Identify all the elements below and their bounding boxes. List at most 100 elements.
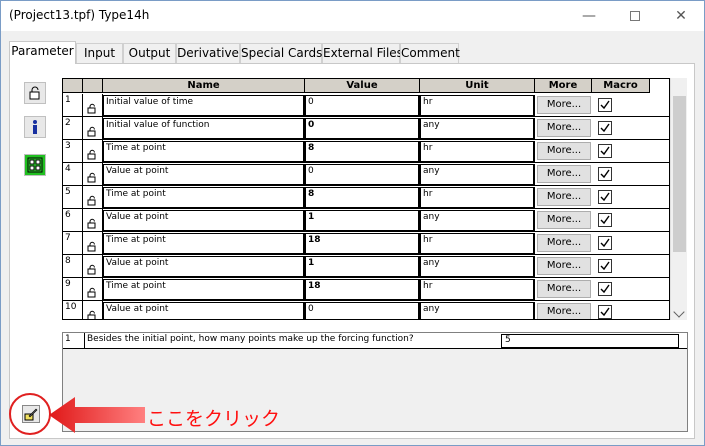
row-unit[interactable]: hr (420, 233, 535, 254)
row-more-button[interactable]: More... (537, 188, 591, 206)
table-row: 3 Time at point 8 hr More... (63, 140, 669, 163)
close-icon: ✕ (675, 8, 687, 24)
unlock-button[interactable] (24, 82, 46, 104)
row-value-input[interactable]: 1 (305, 256, 420, 277)
row-num: 6 (63, 209, 83, 231)
row-more-button[interactable]: More... (537, 257, 591, 275)
close-button[interactable]: ✕ (658, 1, 704, 31)
row-name: Time at point (103, 187, 305, 208)
row-value-input[interactable]: 18 (305, 279, 420, 300)
row-unit[interactable]: any (420, 302, 535, 319)
row-macro-checkbox[interactable] (598, 259, 612, 273)
row-value-input[interactable]: 0 (305, 164, 420, 185)
row-more-button[interactable]: More... (537, 119, 591, 137)
row-num: 2 (63, 117, 83, 139)
minimize-button[interactable]: — (566, 1, 612, 31)
row-unit[interactable]: any (420, 164, 535, 185)
grid-button[interactable] (24, 154, 46, 176)
table-row: 4 Value at point 0 any More... (63, 163, 669, 186)
row-name: Value at point (103, 210, 305, 231)
tab-special-cards[interactable]: Special Cards (240, 43, 322, 63)
lock-icon (87, 241, 96, 252)
unlock-icon (29, 86, 40, 100)
question-row: 1 Besides the initial point, how many po… (63, 333, 687, 349)
row-unit[interactable]: hr (420, 279, 535, 300)
row-more-button[interactable]: More... (537, 280, 591, 298)
question-value-input[interactable]: 5 (501, 334, 679, 348)
row-more-button[interactable]: More... (537, 142, 591, 160)
row-more-button[interactable]: More... (537, 96, 591, 114)
row-unit[interactable]: hr (420, 95, 535, 116)
row-lock-button[interactable] (83, 186, 103, 208)
check-icon (600, 284, 610, 294)
tab-output[interactable]: Output (123, 43, 176, 63)
row-lock-button[interactable] (83, 94, 103, 116)
row-num: 7 (63, 232, 83, 254)
check-icon (600, 123, 610, 133)
lock-icon (87, 126, 96, 137)
window-title: (Project13.tpf) Type14h (9, 8, 150, 22)
row-lock-button[interactable] (83, 163, 103, 185)
row-macro-checkbox[interactable] (598, 236, 612, 250)
row-value-input[interactable]: 18 (305, 233, 420, 254)
row-unit[interactable]: hr (420, 141, 535, 162)
table-row: 6 Value at point 1 any More... (63, 209, 669, 232)
row-macro-checkbox[interactable] (598, 98, 612, 112)
callout-arrow-icon (49, 397, 145, 433)
row-macro-checkbox[interactable] (598, 144, 612, 158)
row-value-input[interactable]: 0 (305, 118, 420, 139)
row-value-input[interactable]: 8 (305, 187, 420, 208)
tab-derivative[interactable]: Derivative (176, 43, 240, 63)
row-lock-button[interactable] (83, 209, 103, 231)
row-macro-checkbox[interactable] (598, 167, 612, 181)
callout-label: ここをクリック (147, 408, 281, 430)
row-more-button[interactable]: More... (537, 234, 591, 252)
row-macro-checkbox[interactable] (598, 282, 612, 296)
row-macro-checkbox[interactable] (598, 121, 612, 135)
row-macro-checkbox[interactable] (598, 190, 612, 204)
grid-scrollbar[interactable] (670, 78, 687, 320)
parameter-grid: Name Value Unit More Macro 1 Initial valu… (62, 78, 670, 320)
parameter-panel: Name Value Unit More Macro 1 Initial valu… (9, 63, 695, 439)
scrollbar-thumb[interactable] (673, 96, 686, 252)
header-unit: Unit (420, 79, 535, 93)
row-unit[interactable]: any (420, 210, 535, 231)
row-num: 10 (63, 301, 83, 319)
maximize-button[interactable] (612, 1, 658, 31)
check-icon (600, 192, 610, 202)
row-value-input[interactable]: 0 (305, 302, 420, 319)
row-lock-button[interactable] (83, 140, 103, 162)
row-lock-button[interactable] (83, 232, 103, 254)
check-icon (600, 146, 610, 156)
lock-icon (87, 264, 96, 275)
row-macro-checkbox[interactable] (598, 213, 612, 227)
minimize-icon: — (582, 8, 596, 24)
tab-input[interactable]: Input (76, 43, 123, 63)
scroll-down-icon[interactable] (673, 306, 685, 318)
row-more-button[interactable]: More... (537, 211, 591, 229)
row-unit[interactable]: any (420, 118, 535, 139)
row-more-button[interactable]: More... (537, 165, 591, 183)
main-window: (Project13.tpf) Type14h — ✕ Parameter In… (0, 0, 705, 446)
row-value-input[interactable]: 0 (305, 95, 420, 116)
row-lock-button[interactable] (83, 255, 103, 277)
check-icon (600, 100, 610, 110)
row-value-input[interactable]: 8 (305, 141, 420, 162)
tab-comment[interactable]: Comment (400, 43, 460, 63)
row-more-button[interactable]: More... (537, 303, 591, 319)
row-unit[interactable]: hr (420, 187, 535, 208)
tab-external-files[interactable]: External Files (322, 43, 403, 63)
row-macro-checkbox[interactable] (598, 305, 612, 319)
check-icon (600, 238, 610, 248)
title-bar: (Project13.tpf) Type14h — ✕ (1, 1, 704, 31)
row-lock-button[interactable] (83, 278, 103, 300)
row-value-input[interactable]: 1 (305, 210, 420, 231)
edit-button[interactable] (22, 405, 40, 423)
row-unit[interactable]: any (420, 256, 535, 277)
tab-parameter[interactable]: Parameter (9, 41, 76, 64)
row-lock-button[interactable] (83, 117, 103, 139)
row-lock-button[interactable] (83, 301, 103, 319)
info-button[interactable] (24, 116, 46, 138)
row-name: Value at point (103, 256, 305, 277)
check-icon (600, 169, 610, 179)
